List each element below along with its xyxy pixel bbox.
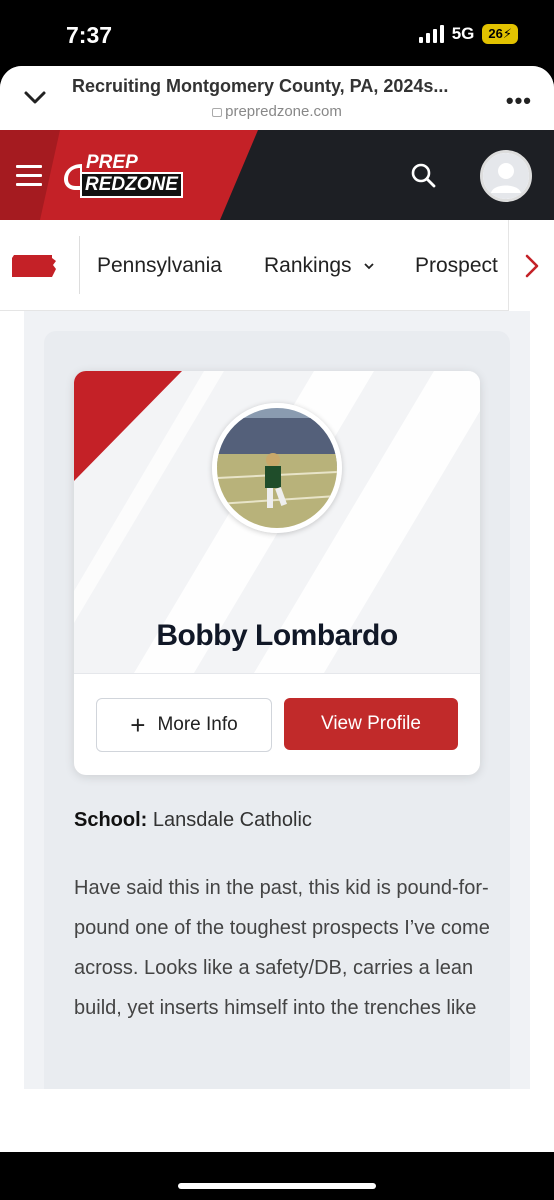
player-name: Bobby Lombardo bbox=[156, 619, 398, 652]
lock-icon bbox=[212, 107, 223, 117]
section-nav: Pennsylvania Rankings Prospect bbox=[0, 220, 554, 311]
player-photo-image bbox=[217, 408, 337, 528]
nav-next-button[interactable] bbox=[508, 220, 554, 311]
status-right: 5G 26⚡ bbox=[418, 24, 518, 44]
more-info-label: More Info bbox=[157, 714, 238, 735]
nav-divider bbox=[79, 236, 80, 294]
status-time: 7:37 bbox=[66, 22, 113, 48]
site-logo[interactable]: PREP REDZONE bbox=[62, 152, 196, 202]
network-type: 5G bbox=[451, 24, 475, 43]
menu-icon[interactable] bbox=[16, 165, 42, 192]
site-header: PREP REDZONE bbox=[0, 130, 554, 220]
player-card: Bobby Lombardo + More Info View Profile bbox=[74, 371, 480, 775]
logo-prep: PREP bbox=[86, 152, 138, 173]
main-content: Bobby Lombardo + More Info View Profile … bbox=[0, 311, 554, 1089]
chevron-down-icon bbox=[364, 263, 375, 270]
page-title: Recruiting Montgomery County, PA, 2024s.… bbox=[72, 76, 449, 96]
domain-text: prepredzone.com bbox=[225, 103, 342, 120]
school-value: Lansdale Catholic bbox=[152, 809, 312, 831]
browser-window: Recruiting Montgomery County, PA, 2024s.… bbox=[0, 66, 554, 1152]
player-photo[interactable] bbox=[212, 403, 342, 533]
school-line: School: Lansdale Catholic bbox=[74, 809, 312, 832]
more-options-icon[interactable]: ••• bbox=[506, 88, 532, 114]
signal-icon bbox=[418, 25, 444, 43]
nav-item-prospect[interactable]: Prospect bbox=[415, 254, 498, 278]
user-avatar[interactable] bbox=[480, 150, 532, 202]
status-bar: 7:37 5G 26⚡ bbox=[0, 0, 554, 66]
plus-icon: + bbox=[130, 710, 146, 740]
pennsylvania-state-icon[interactable] bbox=[12, 255, 56, 277]
view-profile-button[interactable]: View Profile bbox=[284, 698, 458, 750]
home-indicator-area bbox=[0, 1152, 554, 1200]
page-domain: prepredzone.com bbox=[0, 103, 554, 120]
battery-icon: 26⚡ bbox=[482, 24, 518, 44]
nav-item-rankings-label: Rankings bbox=[264, 254, 352, 277]
url-bar[interactable]: Recruiting Montgomery County, PA, 2024s.… bbox=[0, 66, 554, 130]
battery-level: 26 bbox=[488, 26, 503, 41]
nav-item-pennsylvania[interactable]: Pennsylvania bbox=[97, 254, 222, 278]
more-info-button[interactable]: + More Info bbox=[96, 698, 272, 752]
search-icon[interactable] bbox=[410, 162, 436, 188]
home-indicator[interactable] bbox=[178, 1183, 376, 1189]
logo-redzone: REDZONE bbox=[80, 172, 183, 198]
article-card: Bobby Lombardo + More Info View Profile … bbox=[44, 331, 510, 1089]
nav-item-rankings[interactable]: Rankings bbox=[264, 254, 375, 278]
card-divider bbox=[74, 673, 480, 674]
chevron-right-icon bbox=[525, 254, 539, 278]
user-icon bbox=[483, 153, 529, 199]
article-paragraph: Have said this in the past, this kid is … bbox=[74, 877, 490, 1019]
content-panel: Bobby Lombardo + More Info View Profile … bbox=[24, 311, 530, 1089]
school-label: School: bbox=[74, 809, 148, 831]
